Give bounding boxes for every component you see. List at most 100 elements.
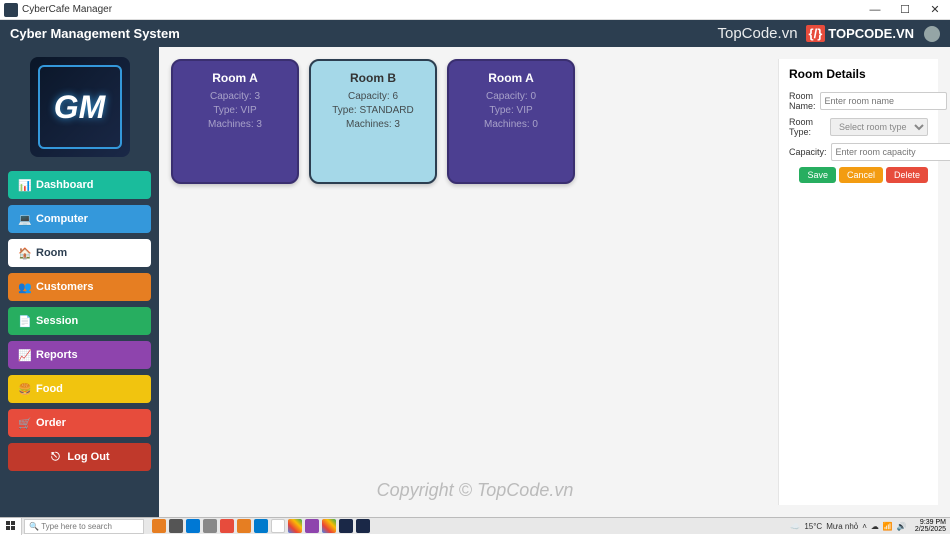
app-title: Cyber Management System bbox=[10, 26, 717, 41]
room-title: Room A bbox=[179, 71, 291, 85]
brand-logo-text: TOPCODE.VN bbox=[828, 26, 914, 41]
taskbar-app-icon[interactable] bbox=[271, 519, 285, 533]
room-details-panel: Room Details Room Name: Room Type: Selec… bbox=[778, 59, 938, 505]
window-titlebar: CyberCafe Manager — ☐ ✕ bbox=[0, 0, 950, 20]
room-machines: Machines: 0 bbox=[455, 119, 567, 130]
clock-time: 9:39 PM bbox=[915, 519, 946, 526]
maximize-button[interactable]: ☐ bbox=[890, 3, 920, 16]
nav-label: Reports bbox=[36, 349, 78, 361]
nav-order[interactable]: 🛒 Order bbox=[8, 409, 151, 437]
taskbar-app-icon[interactable] bbox=[152, 519, 166, 533]
taskbar-app-icon[interactable] bbox=[339, 519, 353, 533]
room-capacity: Capacity: 0 bbox=[455, 91, 567, 102]
nav-dashboard[interactable]: 📊 Dashboard bbox=[8, 171, 151, 199]
room-type: Type: VIP bbox=[179, 105, 291, 116]
windows-icon bbox=[6, 521, 16, 531]
brand-logo: {/} TOPCODE.VN bbox=[806, 25, 914, 42]
room-icon: 🏠 bbox=[18, 247, 30, 260]
room-name-label: Room Name: bbox=[789, 91, 816, 111]
weather-icon: ☁️ bbox=[790, 522, 800, 531]
close-button[interactable]: ✕ bbox=[920, 3, 950, 16]
taskbar-app-icon[interactable] bbox=[288, 519, 302, 533]
sidebar-logo: GM bbox=[30, 57, 130, 157]
start-button[interactable] bbox=[0, 518, 22, 535]
taskbar-app-icon[interactable] bbox=[254, 519, 268, 533]
reports-icon: 📈 bbox=[18, 349, 30, 362]
app-icon bbox=[4, 3, 18, 17]
room-card[interactable]: Room A Capacity: 3 Type: VIP Machines: 3 bbox=[171, 59, 299, 184]
brand-text: TopCode.vn bbox=[717, 25, 797, 42]
system-tray[interactable]: ☁️ 15°C Mưa nhỏ ˄ ☁ 📶 🔊 bbox=[786, 522, 911, 531]
details-heading: Room Details bbox=[789, 67, 928, 81]
capacity-label: Capacity: bbox=[789, 147, 827, 157]
cloud-icon[interactable]: ☁ bbox=[871, 522, 879, 531]
room-card-selected[interactable]: Room B Capacity: 6 Type: STANDARD Machin… bbox=[309, 59, 437, 184]
taskbar-app-icon[interactable] bbox=[305, 519, 319, 533]
window-title: CyberCafe Manager bbox=[22, 4, 860, 15]
order-icon: 🛒 bbox=[18, 417, 30, 430]
minimize-button[interactable]: — bbox=[860, 4, 890, 16]
room-title: Room B bbox=[317, 71, 429, 85]
nav-label: Dashboard bbox=[36, 179, 93, 191]
nav-label: Computer bbox=[36, 213, 88, 225]
room-card[interactable]: Room A Capacity: 0 Type: VIP Machines: 0 bbox=[447, 59, 575, 184]
nav-reports[interactable]: 📈 Reports bbox=[8, 341, 151, 369]
taskbar-search[interactable]: 🔍 Type here to search bbox=[24, 519, 144, 534]
nav-food[interactable]: 🍔 Food bbox=[8, 375, 151, 403]
session-icon: 📄 bbox=[18, 315, 30, 328]
delete-button[interactable]: Delete bbox=[886, 167, 928, 183]
nav-room[interactable]: 🏠 Room bbox=[8, 239, 151, 267]
customers-icon: 👥 bbox=[18, 281, 30, 294]
search-icon: 🔍 bbox=[29, 522, 39, 531]
room-type: Type: STANDARD bbox=[317, 105, 429, 116]
room-machines: Machines: 3 bbox=[317, 119, 429, 130]
taskbar: 🔍 Type here to search ☁️ 15°C Mưa nhỏ ˄ … bbox=[0, 517, 950, 534]
taskbar-clock[interactable]: 9:39 PM 2/25/2025 bbox=[911, 519, 950, 533]
nav-label: Food bbox=[36, 383, 63, 395]
room-capacity: Capacity: 6 bbox=[317, 91, 429, 102]
logout-icon: ⎋ bbox=[49, 451, 61, 464]
room-name-input[interactable] bbox=[820, 92, 947, 110]
taskbar-app-icon[interactable] bbox=[356, 519, 370, 533]
brand-logo-icon: {/} bbox=[806, 25, 826, 42]
taskbar-app-icon[interactable] bbox=[220, 519, 234, 533]
nav-label: Order bbox=[36, 417, 66, 429]
nav-label: Room bbox=[36, 247, 67, 259]
volume-icon[interactable]: 🔊 bbox=[897, 522, 907, 531]
weather-text: Mưa nhỏ bbox=[826, 522, 858, 531]
nav-customers[interactable]: 👥 Customers bbox=[8, 273, 151, 301]
computer-icon: 💻 bbox=[18, 213, 30, 226]
wifi-icon[interactable]: 📶 bbox=[883, 522, 893, 531]
taskbar-app-icon[interactable] bbox=[169, 519, 183, 533]
nav-computer[interactable]: 💻 Computer bbox=[8, 205, 151, 233]
nav-session[interactable]: 📄 Session bbox=[8, 307, 151, 335]
room-title: Room A bbox=[455, 71, 567, 85]
nav-label: Customers bbox=[36, 281, 93, 293]
user-avatar-icon[interactable] bbox=[924, 26, 940, 42]
nav-logout[interactable]: ⎋ Log Out bbox=[8, 443, 151, 471]
taskbar-app-icon[interactable] bbox=[203, 519, 217, 533]
room-type-select[interactable]: Select room type bbox=[830, 118, 928, 136]
room-type: Type: VIP bbox=[455, 105, 567, 116]
clock-date: 2/25/2025 bbox=[915, 526, 946, 533]
save-button[interactable]: Save bbox=[799, 167, 836, 183]
sidebar: GM 📊 Dashboard 💻 Computer 🏠 Room 👥 Customers… bbox=[0, 47, 159, 517]
taskbar-app-icon[interactable] bbox=[186, 519, 200, 533]
cancel-button[interactable]: Cancel bbox=[839, 167, 883, 183]
capacity-input[interactable] bbox=[831, 143, 950, 161]
taskbar-app-icon[interactable] bbox=[237, 519, 251, 533]
search-placeholder: Type here to search bbox=[41, 522, 112, 531]
room-type-label: Room Type: bbox=[789, 117, 826, 137]
room-machines: Machines: 3 bbox=[179, 119, 291, 130]
taskbar-apps bbox=[152, 519, 370, 533]
nav-label: Session bbox=[36, 315, 78, 327]
nav-label: Log Out bbox=[67, 451, 109, 463]
chevron-up-icon[interactable]: ˄ bbox=[862, 522, 867, 531]
weather-temp: 15°C bbox=[804, 522, 822, 531]
taskbar-app-icon[interactable] bbox=[322, 519, 336, 533]
dashboard-icon: 📊 bbox=[18, 179, 30, 192]
logo-text: GM bbox=[54, 89, 106, 126]
rooms-grid: Room A Capacity: 3 Type: VIP Machines: 3… bbox=[171, 59, 778, 505]
food-icon: 🍔 bbox=[18, 383, 30, 396]
content-area: Room A Capacity: 3 Type: VIP Machines: 3… bbox=[159, 47, 950, 517]
